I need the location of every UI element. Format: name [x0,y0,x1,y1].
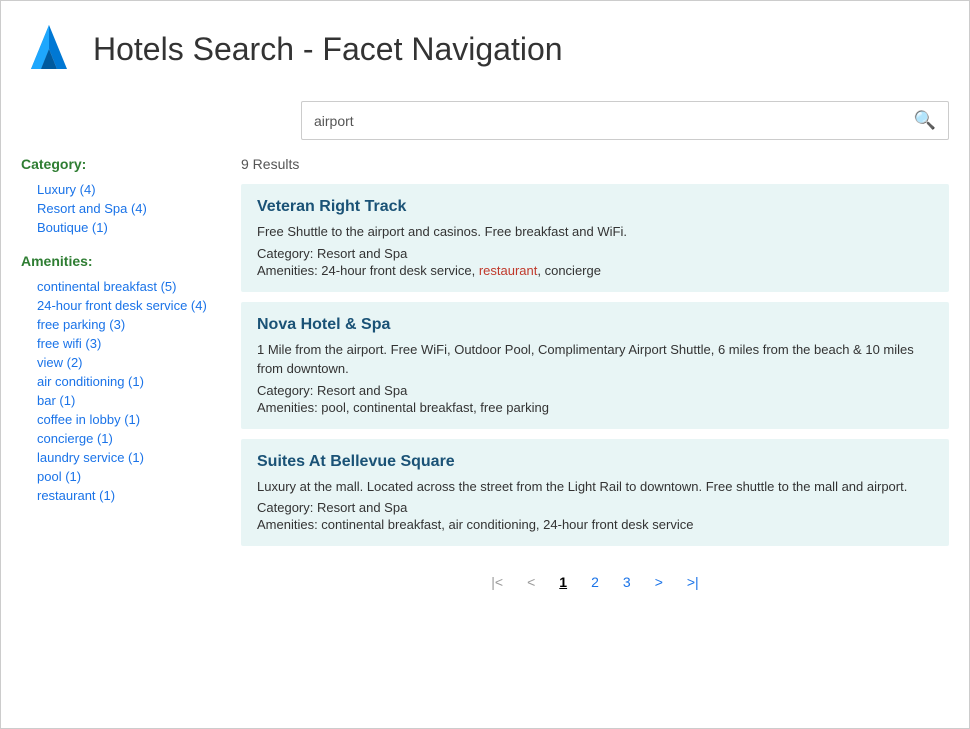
pagination-page-2[interactable]: 2 [583,570,607,594]
result-amenities: Amenities: 24-hour front desk service, r… [257,263,933,278]
result-item: Nova Hotel & Spa 1 Mile from the airport… [241,302,949,429]
result-description: Free Shuttle to the airport and casinos.… [257,222,933,242]
facet-boutique[interactable]: Boutique (1) [21,218,221,237]
result-title[interactable]: Suites At Bellevue Square [257,453,933,471]
facet-view[interactable]: view (2) [21,353,221,372]
amenities-label: Amenities: 24-hour front desk service, r… [257,263,601,278]
result-title[interactable]: Nova Hotel & Spa [257,316,933,334]
facet-air-conditioning[interactable]: air conditioning (1) [21,372,221,391]
amenities-label: Amenities: [21,253,221,269]
facet-free-parking[interactable]: free parking (3) [21,315,221,334]
result-category: Category: Resort and Spa [257,246,933,261]
pagination-page-3[interactable]: 3 [615,570,639,594]
result-item: Veteran Right Track Free Shuttle to the … [241,184,949,292]
sidebar: Category: Luxury (4) Resort and Spa (4) … [21,156,241,594]
result-amenities: Amenities: pool, continental breakfast, … [257,400,933,415]
page-container: Hotels Search - Facet Navigation airport… [0,0,970,729]
results-area: 9 Results Veteran Right Track Free Shutt… [241,156,949,594]
pagination-next[interactable]: > [647,570,671,594]
facet-free-wifi[interactable]: free wifi (3) [21,334,221,353]
pagination-prev[interactable]: < [519,570,543,594]
result-title[interactable]: Veteran Right Track [257,198,933,216]
search-button[interactable]: 🔍 [902,102,948,139]
amenities-highlight: restaurant [479,263,538,278]
result-amenities: Amenities: continental breakfast, air co… [257,517,933,532]
facet-coffee-in-lobby[interactable]: coffee in lobby (1) [21,410,221,429]
facet-luxury[interactable]: Luxury (4) [21,180,221,199]
main-layout: Category: Luxury (4) Resort and Spa (4) … [21,156,949,594]
result-category: Category: Resort and Spa [257,383,933,398]
amenities-section: Amenities: continental breakfast (5) 24-… [21,253,221,505]
facet-pool[interactable]: pool (1) [21,467,221,486]
facet-restaurant[interactable]: restaurant (1) [21,486,221,505]
app-logo [21,21,77,77]
result-description: Luxury at the mall. Located across the s… [257,477,933,497]
result-description: 1 Mile from the airport. Free WiFi, Outd… [257,340,933,379]
facet-continental-breakfast[interactable]: continental breakfast (5) [21,277,221,296]
search-bar: airport 🔍 [301,101,949,140]
header: Hotels Search - Facet Navigation [21,21,949,77]
result-item: Suites At Bellevue Square Luxury at the … [241,439,949,547]
amenities-label: Amenities: continental breakfast, air co… [257,517,693,532]
category-section: Category: Luxury (4) Resort and Spa (4) … [21,156,221,237]
page-title: Hotels Search - Facet Navigation [93,31,563,68]
results-count: 9 Results [241,156,949,172]
facet-concierge[interactable]: concierge (1) [21,429,221,448]
pagination-first[interactable]: |< [483,570,511,594]
search-input[interactable]: airport [302,105,902,137]
facet-resort-and-spa[interactable]: Resort and Spa (4) [21,199,221,218]
facet-laundry-service[interactable]: laundry service (1) [21,448,221,467]
result-category: Category: Resort and Spa [257,500,933,515]
pagination-last[interactable]: >| [679,570,707,594]
amenities-label: Amenities: pool, continental breakfast, … [257,400,549,415]
category-label: Category: [21,156,221,172]
facet-front-desk[interactable]: 24-hour front desk service (4) [21,296,221,315]
pagination: |< < 1 2 3 > >| [241,570,949,594]
facet-bar[interactable]: bar (1) [21,391,221,410]
pagination-page-1[interactable]: 1 [551,570,575,594]
